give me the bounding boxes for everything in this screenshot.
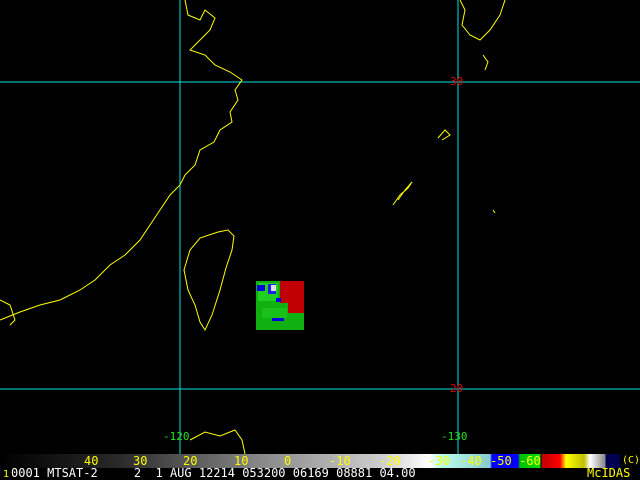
copyright-label: (C) <box>622 455 640 466</box>
map-overlay <box>0 0 640 455</box>
frame-number: 1 <box>3 469 10 480</box>
lat-label-30: 30 <box>450 75 464 88</box>
satellite-image-view: 30 20 -120 -130 40 30 20 10 0 -10 -20 -3… <box>0 0 640 480</box>
luzon-coast <box>189 429 246 455</box>
lat-label-20: 20 <box>450 382 464 395</box>
lat-lon-grid <box>0 0 640 454</box>
mcidas-brand: McIDAS <box>587 466 631 480</box>
island-b <box>392 181 413 206</box>
china-coast-south <box>0 299 16 326</box>
colorbar-tick: -50 <box>490 454 512 468</box>
japan-coast <box>459 0 506 41</box>
colorbar-tick: -60 <box>519 454 541 468</box>
ryukyu-islands <box>482 54 489 71</box>
colorbar-tick: -30 <box>428 454 450 468</box>
lon-label-130: -130 <box>441 430 468 443</box>
island-a <box>437 129 451 141</box>
china-coast <box>0 0 243 321</box>
satellite-cloud-patch <box>256 281 304 330</box>
coastlines <box>0 0 506 455</box>
colorbar-tick: -40 <box>460 454 482 468</box>
lon-label-120: -120 <box>163 430 190 443</box>
taiwan-coast <box>183 229 235 332</box>
island-c <box>492 209 496 214</box>
image-info-line: 0001 MTSAT-2 2 1 AUG 12214 053200 06169 … <box>11 466 416 480</box>
